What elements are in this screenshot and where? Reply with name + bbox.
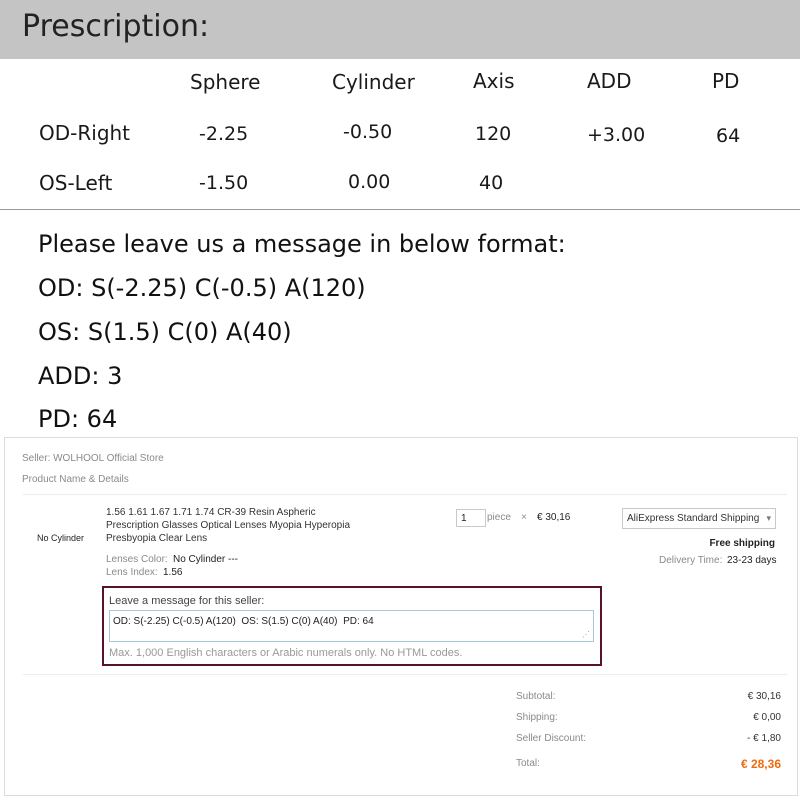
product-details-header: Product Name & Details [22,474,129,485]
od-cylinder: -0.50 [343,121,393,143]
quantity-input[interactable] [456,509,486,527]
delivery-time-value: 23-23 days [727,555,777,566]
column-header-pd: PD [712,69,740,93]
lens-index-value: 1.56 [163,567,183,578]
total-value: € 28,36 [740,757,781,771]
column-header-add: ADD [587,69,632,93]
product-name-link[interactable]: 1.56 1.61 1.67 1.71 1.74 CR-39 Resin Asp… [106,506,358,545]
od-sphere: -2.25 [199,123,249,145]
total-label: Total: [516,758,540,769]
instruction-add: ADD: 3 [38,362,123,390]
seller-discount-value: - € 1,80 [747,733,781,744]
od-axis: 120 [475,123,512,145]
shipping-label: Shipping: [516,712,558,723]
prescription-table: Sphere Cylinder Axis ADD PD OD-Right -2.… [0,59,800,209]
os-cylinder: 0.00 [348,171,391,193]
os-sphere: -1.50 [199,172,249,194]
instruction-pd: PD: 64 [38,405,118,433]
shipping-value: € 0,00 [753,712,781,723]
chevron-down-icon: ▾ [766,513,771,523]
delivery-time-label: Delivery Time: [659,555,723,566]
row-label-od: OD-Right [39,121,131,145]
prescription-title: Prescription: [22,9,210,44]
subtotal-label: Subtotal: [516,691,556,702]
free-shipping: Free shipping [709,538,775,549]
divider [23,494,787,495]
instruction-od: OD: S(-2.25) C(-0.5) A(120) [38,274,366,302]
times-sign: × [521,512,527,523]
row-label-os: OS-Left [39,171,113,195]
column-header-axis: Axis [473,69,515,93]
order-panel: Seller: WOLHOOL Official Store Product N… [4,437,798,796]
instruction-os: OS: S(1.5) C(0) A(40) [38,318,292,346]
od-pd: 64 [716,125,741,147]
resize-grip-icon[interactable]: ⋰ [582,630,590,639]
column-header-sphere: Sphere [190,70,261,94]
column-header-cylinder: Cylinder [332,70,415,94]
variant-tag: No Cylinder [37,533,85,543]
quantity-unit: piece [487,512,511,523]
section-divider [0,209,800,210]
message-section: Leave a message for this seller: OD: S(-… [102,586,602,666]
seller-discount-label: Seller Discount: [516,733,587,744]
os-axis: 40 [479,172,504,194]
seller-name: Seller: WOLHOOL Official Store [22,453,164,464]
lens-index-label: Lens Index: [106,567,158,578]
od-add: +3.00 [587,124,646,146]
unit-price: € 30,16 [537,512,571,523]
seller-message-textarea[interactable]: OD: S(-2.25) C(-0.5) A(120) OS: S(1.5) C… [109,610,594,642]
shipping-method-select[interactable]: AliExpress Standard Shipping ▾ [622,508,776,529]
message-hint: Max. 1,000 English characters or Arabic … [109,647,463,659]
lenses-color-label: Lenses Color: [106,554,168,565]
message-label: Leave a message for this seller: [109,595,265,607]
subtotal-value: € 30,16 [747,691,781,702]
divider [23,674,787,675]
shipping-method-value: AliExpress Standard Shipping [627,513,760,524]
lenses-color-value: No Cylinder --- [173,554,239,565]
instruction-heading: Please leave us a message in below forma… [38,230,566,258]
prescription-header: Prescription: [0,0,800,59]
